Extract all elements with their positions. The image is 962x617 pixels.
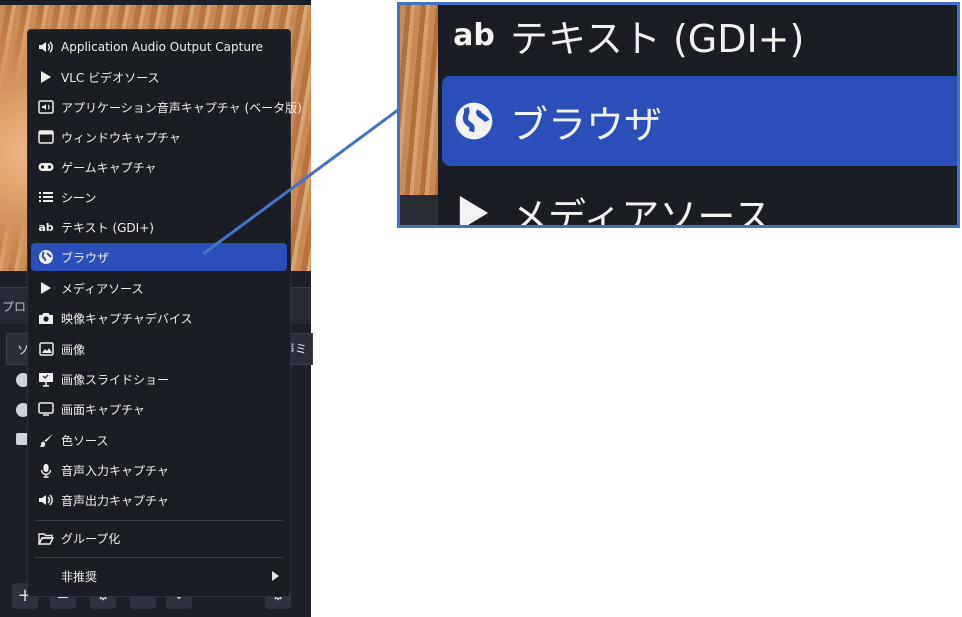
menu-item-display-capture[interactable]: 画面キャプチャ	[31, 395, 287, 423]
menu-item-label: ブラウザ	[61, 250, 110, 265]
camera-icon	[38, 310, 54, 326]
menu-item-scene[interactable]: シーン	[31, 183, 287, 211]
speaker-icon	[38, 492, 54, 508]
menu-item-label: 画面キャプチャ	[61, 402, 145, 417]
menu-item-text-gdi[interactable]: ab テキスト (GDI+)	[31, 213, 287, 241]
list-icon	[38, 189, 54, 205]
menu-item-vlc-video-source[interactable]: VLC ビデオソース	[31, 63, 287, 91]
menu-item-label: 音声出力キャプチャ	[61, 493, 169, 508]
zoom-callout: ab テキスト (GDI+) ブラウザ メディアソース	[397, 2, 960, 228]
menu-separator	[35, 557, 283, 558]
play-icon	[452, 193, 496, 225]
menu-item-app-audio-output-capture[interactable]: Application Audio Output Capture	[31, 33, 287, 61]
text-ab-icon: ab	[38, 220, 54, 234]
menu-item-media-source[interactable]: メディアソース	[31, 274, 287, 302]
menu-item-label: ゲームキャプチャ	[61, 160, 157, 175]
menu-item-label: Application Audio Output Capture	[61, 40, 263, 54]
menu-item-label: メディアソース	[61, 281, 144, 296]
menu-item-audio-output-capture[interactable]: 音声出力キャプチャ	[31, 486, 287, 514]
zoom-item-text-gdi: ab テキスト (GDI+)	[442, 5, 957, 79]
menu-item-video-capture-device[interactable]: 映像キャプチャデバイス	[31, 304, 287, 332]
zoom-preview-strip-dark	[400, 195, 438, 225]
globe-icon	[452, 100, 496, 142]
menu-item-label: シーン	[61, 190, 97, 205]
paintbrush-icon	[38, 432, 54, 448]
monitor-icon	[38, 401, 54, 417]
gamepad-icon	[38, 159, 54, 175]
microphone-icon	[38, 462, 54, 478]
menu-item-browser[interactable]: ブラウザ	[31, 243, 287, 271]
menu-item-label: 映像キャプチャデバイス	[61, 311, 193, 326]
zoom-item-label: メディアソース	[510, 194, 772, 228]
menu-item-color-source[interactable]: 色ソース	[31, 426, 287, 454]
play-icon	[38, 280, 54, 296]
menu-icon-spacer	[38, 568, 54, 584]
menu-item-label: VLC ビデオソース	[61, 70, 160, 85]
zoom-item-label: テキスト (GDI+)	[510, 16, 805, 61]
menu-item-application-audio-capture[interactable]: アプリケーション音声キャプチャ (ベータ版)	[31, 93, 302, 121]
zoom-item-media-source: メディアソース	[442, 169, 957, 228]
slideshow-icon	[38, 371, 54, 387]
window-icon	[38, 129, 54, 145]
folder-open-icon	[38, 530, 54, 546]
speaker-icon	[38, 39, 54, 55]
menu-item-label: ウィンドウキャプチャ	[61, 130, 181, 145]
menu-item-window-capture[interactable]: ウィンドウキャプチャ	[31, 123, 287, 151]
menu-item-deprecated-submenu[interactable]: 非推奨	[31, 562, 287, 590]
menu-item-group[interactable]: グループ化	[31, 524, 287, 552]
play-icon	[38, 69, 54, 85]
menu-item-label: テキスト (GDI+)	[61, 220, 154, 235]
menu-item-label: グループ化	[61, 531, 121, 546]
menu-separator	[35, 520, 283, 521]
menu-item-game-capture[interactable]: ゲームキャプチャ	[31, 153, 287, 181]
menu-item-label: アプリケーション音声キャプチャ (ベータ版)	[61, 100, 302, 115]
menu-item-image[interactable]: 画像	[31, 335, 287, 363]
menu-item-label: 音声入力キャプチャ	[61, 463, 169, 478]
zoom-item-browser: ブラウザ	[442, 76, 957, 166]
image-icon	[38, 341, 54, 357]
zoom-item-label: ブラウザ	[510, 102, 663, 147]
globe-icon	[38, 249, 54, 265]
zoom-preview-strip	[400, 5, 438, 225]
menu-item-label: 画像	[61, 342, 86, 357]
menu-item-image-slideshow[interactable]: 画像スライドショー	[31, 365, 287, 393]
menu-item-label: 画像スライドショー	[61, 372, 170, 387]
menu-item-label: 色ソース	[61, 433, 109, 448]
app-audio-icon	[38, 99, 54, 115]
add-source-context-menu: Application Audio Output Capture VLC ビデオ…	[27, 29, 302, 597]
submenu-arrow-icon	[272, 571, 279, 581]
menu-item-audio-input-capture[interactable]: 音声入力キャプチャ	[31, 456, 287, 484]
menu-item-label: 非推奨	[61, 569, 98, 584]
text-ab-icon: ab	[453, 17, 495, 53]
